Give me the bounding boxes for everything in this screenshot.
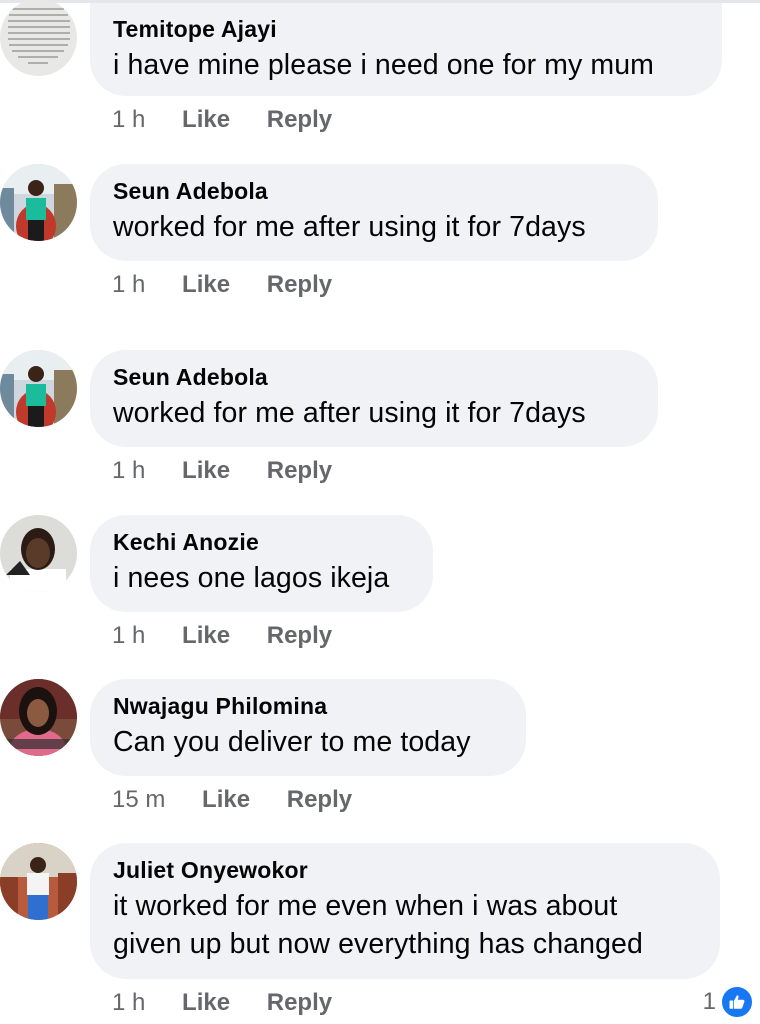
comment-timestamp[interactable]: 1 h xyxy=(112,103,145,137)
reply-button[interactable]: Reply xyxy=(287,783,352,817)
reply-button[interactable]: Reply xyxy=(267,619,332,653)
comment-timestamp[interactable]: 1 h xyxy=(112,986,145,1020)
comment-timestamp[interactable]: 1 h xyxy=(112,454,145,488)
comment-bubble: Seun Adebola worked for me after using i… xyxy=(90,164,658,261)
like-button[interactable]: Like xyxy=(182,619,230,653)
reaction-count: 1 xyxy=(702,988,716,1015)
avatar[interactable] xyxy=(0,515,77,592)
comment-author[interactable]: Nwajagu Philomina xyxy=(113,691,502,721)
comment-timestamp[interactable]: 1 h xyxy=(112,619,145,653)
reply-button[interactable]: Reply xyxy=(267,986,332,1020)
reply-button[interactable]: Reply xyxy=(267,268,332,302)
avatar[interactable] xyxy=(0,164,77,241)
comment-author[interactable]: Seun Adebola xyxy=(113,362,634,392)
like-button[interactable]: Like xyxy=(182,268,230,302)
comment-actions: 1 h Like Reply xyxy=(112,268,332,302)
avatar[interactable] xyxy=(0,0,77,76)
avatar[interactable] xyxy=(0,679,77,756)
person-photo-avatar-icon xyxy=(0,843,77,920)
comment-timestamp[interactable]: 1 h xyxy=(112,268,145,302)
person-photo-avatar-icon xyxy=(0,515,77,592)
quote-image-avatar-icon xyxy=(0,0,77,76)
like-button[interactable]: Like xyxy=(202,783,250,817)
comment-text-line: it worked for me even when i was about xyxy=(113,890,618,922)
avatar[interactable] xyxy=(0,843,77,920)
like-button[interactable]: Like xyxy=(182,454,230,488)
comment-actions: 1 h Like Reply xyxy=(112,986,332,1020)
comment-author[interactable]: Seun Adebola xyxy=(113,176,634,206)
reply-button[interactable]: Reply xyxy=(267,454,332,488)
comment-text: i nees one lagos ikeja xyxy=(113,562,390,594)
like-button[interactable]: Like xyxy=(182,986,230,1020)
reaction-summary[interactable]: 1 xyxy=(703,985,754,1019)
comment-actions: 15 m Like Reply xyxy=(112,783,352,817)
comment-author[interactable]: Temitope Ajayi xyxy=(113,14,698,44)
avatar[interactable] xyxy=(0,350,77,427)
like-button[interactable]: Like xyxy=(182,103,230,137)
person-photo-avatar-icon xyxy=(0,679,77,756)
comment-author[interactable]: Juliet Onyewokor xyxy=(113,855,696,885)
comment-bubble: Kechi Anozie i nees one lagos ikeja xyxy=(90,515,433,612)
comment-bubble: Seun Adebola worked for me after using i… xyxy=(90,350,658,447)
person-photo-avatar-icon xyxy=(0,164,77,241)
comment-actions: 1 h Like Reply xyxy=(112,454,332,488)
comment-bubble: Nwajagu Philomina Can you deliver to me … xyxy=(90,679,526,776)
comment-text: Can you deliver to me today xyxy=(113,726,471,758)
comment-text: worked for me after using it for 7days xyxy=(113,211,586,243)
person-photo-avatar-icon xyxy=(0,350,77,427)
reply-button[interactable]: Reply xyxy=(267,103,332,137)
comment-actions: 1 h Like Reply xyxy=(112,619,332,653)
comment-author[interactable]: Kechi Anozie xyxy=(113,527,409,557)
comment-bubble: Juliet Onyewokor it worked for me even w… xyxy=(90,843,720,979)
comment-bubble: Temitope Ajayi i have mine please i need… xyxy=(90,3,722,96)
comment-actions: 1 h Like Reply xyxy=(112,103,332,137)
comment-timestamp[interactable]: 15 m xyxy=(112,783,165,817)
thumbs-up-icon xyxy=(720,985,754,1019)
comment-text-line: given up but now everything has changed xyxy=(113,928,643,960)
comment-text: i have mine please i need one for my mum xyxy=(113,49,655,81)
comment-text: worked for me after using it for 7days xyxy=(113,397,586,429)
